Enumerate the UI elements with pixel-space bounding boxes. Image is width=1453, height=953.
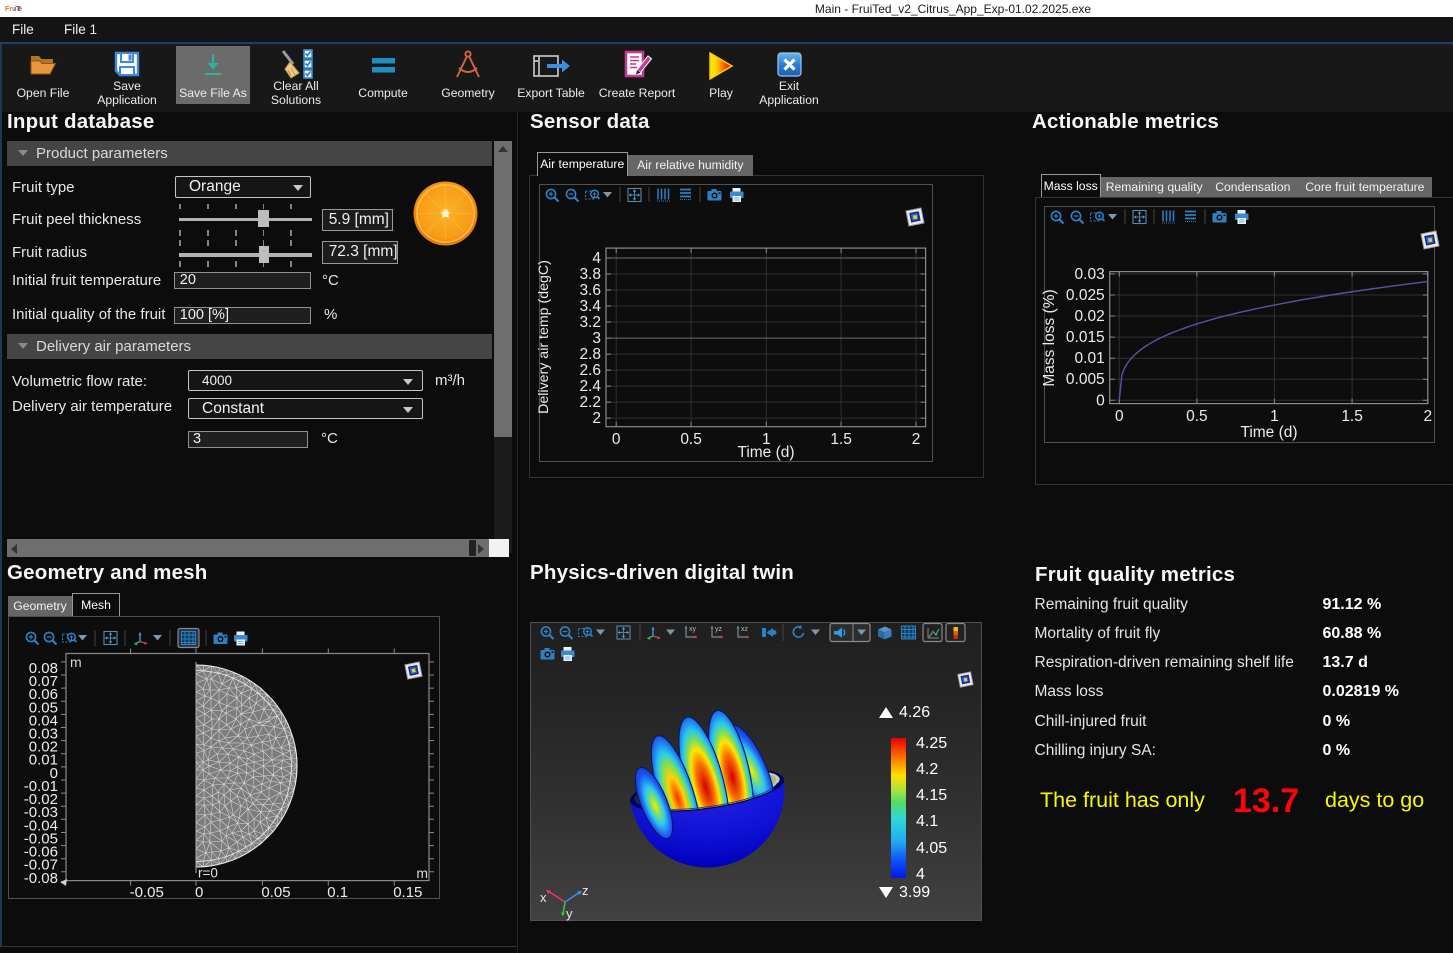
- svg-text:xy: xy: [689, 626, 697, 633]
- svg-text:3.4: 3.4: [579, 298, 601, 315]
- svg-text:0.5: 0.5: [1186, 408, 1208, 425]
- svg-text:1.5: 1.5: [830, 431, 852, 448]
- svg-text:xz: xz: [741, 626, 749, 633]
- svg-text:Time (d): Time (d): [1240, 424, 1297, 441]
- svg-text:e: e: [18, 6, 22, 13]
- svg-text:2: 2: [912, 431, 921, 448]
- svg-text:Delivery air temp (degC): Delivery air temp (degC): [536, 260, 552, 414]
- svg-text:0.03: 0.03: [1074, 266, 1104, 283]
- svg-text:0.05: 0.05: [261, 884, 290, 901]
- svg-text:4: 4: [592, 250, 601, 267]
- svg-text:Mass loss (%): Mass loss (%): [1041, 289, 1058, 386]
- svg-text:x: x: [540, 890, 547, 905]
- svg-text:2: 2: [592, 410, 601, 427]
- svg-text:2.8: 2.8: [579, 346, 601, 363]
- svg-text:0.15: 0.15: [393, 884, 422, 901]
- svg-text:1.5: 1.5: [1341, 408, 1363, 425]
- svg-text:3.6: 3.6: [579, 282, 601, 299]
- svg-text:2.4: 2.4: [579, 378, 601, 395]
- svg-text:yz: yz: [715, 626, 723, 633]
- svg-text:1: 1: [1270, 408, 1279, 425]
- svg-text:0: 0: [1096, 392, 1105, 409]
- svg-text:3.2: 3.2: [579, 314, 601, 331]
- svg-text:z: z: [582, 883, 589, 898]
- svg-text:m: m: [70, 654, 82, 670]
- svg-text:0.025: 0.025: [1065, 287, 1104, 304]
- svg-text:2: 2: [1423, 408, 1432, 425]
- svg-text:3.8: 3.8: [579, 266, 601, 283]
- svg-text:r=0: r=0: [198, 866, 218, 881]
- svg-text:0: 0: [195, 884, 203, 901]
- svg-text:3: 3: [592, 330, 601, 347]
- svg-text:2.2: 2.2: [579, 394, 601, 411]
- svg-text:2.6: 2.6: [579, 362, 601, 379]
- svg-text:0: 0: [1114, 408, 1123, 425]
- svg-text:0.5: 0.5: [680, 431, 702, 448]
- svg-text:-0.08: -0.08: [24, 870, 58, 887]
- svg-text:y: y: [566, 906, 573, 921]
- svg-text:0.005: 0.005: [1065, 371, 1104, 388]
- svg-text:-0.05: -0.05: [130, 884, 164, 901]
- svg-text:Time (d): Time (d): [737, 444, 794, 461]
- svg-text:0.01: 0.01: [1074, 350, 1104, 367]
- svg-text:0.02: 0.02: [1074, 308, 1104, 325]
- svg-text:0.015: 0.015: [1065, 329, 1104, 346]
- svg-text:0: 0: [612, 431, 621, 448]
- svg-text:0.1: 0.1: [327, 884, 348, 901]
- svg-text:m: m: [416, 865, 428, 881]
